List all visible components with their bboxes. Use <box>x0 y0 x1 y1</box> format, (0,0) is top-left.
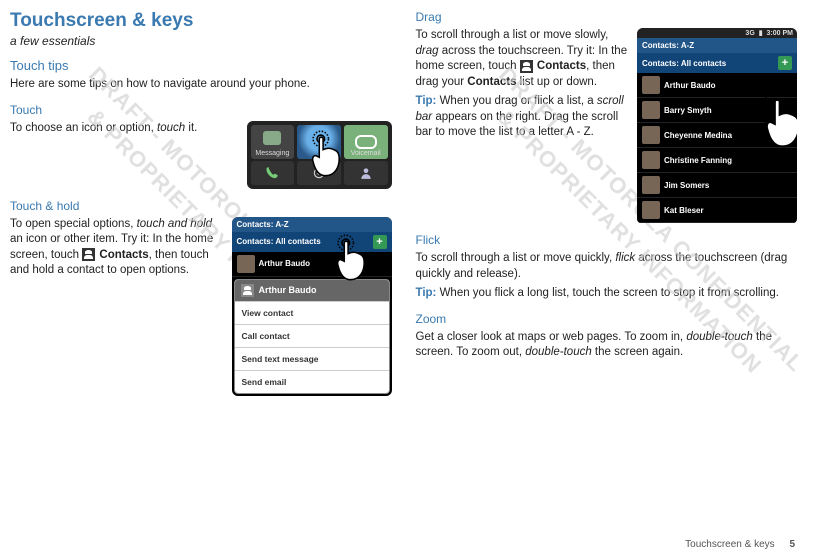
flick-tip-text: When you flick a long list, touch the sc… <box>436 287 779 299</box>
tray-messaging-label: Messaging <box>255 150 289 157</box>
right-column: Drag To scroll through a list or move sl… <box>416 10 798 510</box>
add-contact-icon: + <box>373 235 387 249</box>
drag-hand-icon <box>747 78 797 198</box>
flick-italic: flick <box>615 252 635 264</box>
touch-hold-heading: Touch & hold <box>10 199 392 213</box>
footer-page-number: 5 <box>789 539 795 550</box>
contact-thumb <box>642 151 660 169</box>
home-tray-figure: Messaging Voicemail <box>247 121 392 189</box>
touch-body-a: To choose an icon or option, <box>10 122 157 134</box>
drag-italic: drag <box>416 45 439 57</box>
context-menu-item: Send text message <box>235 347 389 370</box>
popup-subheader-text: Contacts: All contacts <box>237 237 321 246</box>
drag-tip-a: When you drag or flick a list, a <box>436 95 596 107</box>
zoom-body: Get a closer look at maps or web pages. … <box>416 330 798 361</box>
tray-browser-tile <box>297 125 341 159</box>
hold-a: To open special options, <box>10 218 137 230</box>
contact-thumb <box>642 101 660 119</box>
list-item-label: Arthur Baudo <box>664 81 716 90</box>
hold-contacts-label: Contacts <box>96 249 148 261</box>
context-menu: Arthur Baudo View contact Call contact S… <box>234 279 390 394</box>
page-footer: Touchscreen & keys 5 <box>685 539 795 550</box>
list-item-label: Christine Fanning <box>664 156 732 165</box>
flick-body: To scroll through a list or move quickly… <box>416 251 798 282</box>
zoom-italic-1: double-touch <box>686 331 753 343</box>
contact-thumb <box>642 126 660 144</box>
zoom-e: the screen again. <box>592 346 683 358</box>
popup-contact-row: Arthur Baudo <box>232 252 392 277</box>
status-time: 3:00 PM <box>767 30 793 37</box>
context-menu-item: Call contact <box>235 324 389 347</box>
list-subheader-text: Contacts: All contacts <box>642 59 726 68</box>
list-item: Kat Bleser <box>637 198 797 223</box>
hold-italic: touch and hold <box>137 218 212 230</box>
touch-hold-body: To open special options, touch and hold … <box>10 217 224 279</box>
list-item-label: Jim Somers <box>664 181 709 190</box>
flick-a: To scroll through a list or move quickly… <box>416 252 616 264</box>
drag-contacts-bold: Contacts <box>467 76 516 88</box>
drag-heading: Drag <box>416 10 798 24</box>
touch-heading: Touch <box>10 103 392 117</box>
page-title: Touchscreen & keys <box>10 10 392 32</box>
contact-thumb <box>237 255 255 273</box>
tray-contacts-button <box>344 161 388 185</box>
footer-section: Touchscreen & keys <box>685 539 775 550</box>
drag-contacts-label: Contacts <box>534 60 586 72</box>
drag-tip: Tip: When you drag or flick a list, a sc… <box>416 94 630 141</box>
context-menu-title: Arthur Baudo <box>259 285 317 295</box>
contact-thumb <box>642 76 660 94</box>
touch-tips-heading: Touch tips <box>10 58 392 73</box>
drag-tip-c: appears on the right. Drag the scroll ba… <box>416 111 619 139</box>
list-item-label: Barry Smyth <box>664 106 712 115</box>
context-menu-title-row: Arthur Baudo <box>235 280 389 301</box>
touch-body: To choose an icon or option, touch it. <box>10 121 239 137</box>
contacts-list-subheader: Contacts: All contacts + <box>637 53 797 73</box>
touch-tips-intro: Here are some tips on how to navigate ar… <box>10 77 392 93</box>
touch-body-italic: touch <box>157 122 185 134</box>
signal-icon: ▮ <box>759 30 763 37</box>
drag-body: To scroll through a list or move slowly,… <box>416 28 630 90</box>
phone-icon <box>265 166 279 180</box>
left-column: Touchscreen & keys a few essentials Touc… <box>10 10 392 510</box>
contacts-list-figure: 3G ▮ 3:00 PM Contacts: A-Z Contacts: All… <box>637 28 797 223</box>
list-item-label: Cheyenne Medina <box>664 131 732 140</box>
flick-heading: Flick <box>416 233 798 247</box>
page-subtitle: a few essentials <box>10 34 392 48</box>
popup-row-name: Arthur Baudo <box>259 259 311 268</box>
list-header-text: Contacts: A-Z <box>642 41 694 50</box>
list-item-label: Kat Bleser <box>664 206 704 215</box>
tray-dial-button <box>251 161 295 185</box>
zoom-a: Get a closer look at maps or web pages. … <box>416 331 687 343</box>
contacts-list-header: Contacts: A-Z <box>637 38 797 53</box>
flick-tip-label: Tip: <box>416 287 437 299</box>
flick-tip: Tip: When you flick a long list, touch t… <box>416 286 798 302</box>
tray-voicemail-label: Voicemail <box>351 150 381 157</box>
popup-header-text: Contacts: A-Z <box>237 220 289 229</box>
status-bar: 3G ▮ 3:00 PM <box>637 28 797 38</box>
tray-voicemail-tile: Voicemail <box>344 125 388 159</box>
zoom-italic-2: double-touch <box>525 346 592 358</box>
contacts-inline-icon <box>520 60 533 73</box>
person-icon <box>359 166 373 180</box>
apps-icon <box>312 166 326 180</box>
tray-apps-button <box>297 161 341 185</box>
zoom-heading: Zoom <box>416 312 798 326</box>
drag-e: list up or down. <box>516 76 597 88</box>
contact-thumb <box>642 201 660 219</box>
drag-a: To scroll through a list or move slowly, <box>416 29 609 41</box>
drag-tip-label: Tip: <box>416 95 437 107</box>
contacts-inline-icon <box>82 248 95 261</box>
contacts-popup-header: Contacts: A-Z <box>232 217 392 232</box>
contact-thumb <box>642 176 660 194</box>
contacts-popup-figure: Contacts: A-Z Contacts: All contacts + A… <box>232 217 392 396</box>
tray-messaging-tile: Messaging <box>251 125 295 159</box>
context-menu-item: View contact <box>235 301 389 324</box>
add-contact-icon: + <box>778 56 792 70</box>
status-net: 3G <box>745 30 754 37</box>
context-menu-person-icon <box>241 284 254 297</box>
touch-body-c: it. <box>185 122 197 134</box>
context-menu-item: Send email <box>235 370 389 393</box>
contacts-popup-subheader: Contacts: All contacts + <box>232 232 392 252</box>
